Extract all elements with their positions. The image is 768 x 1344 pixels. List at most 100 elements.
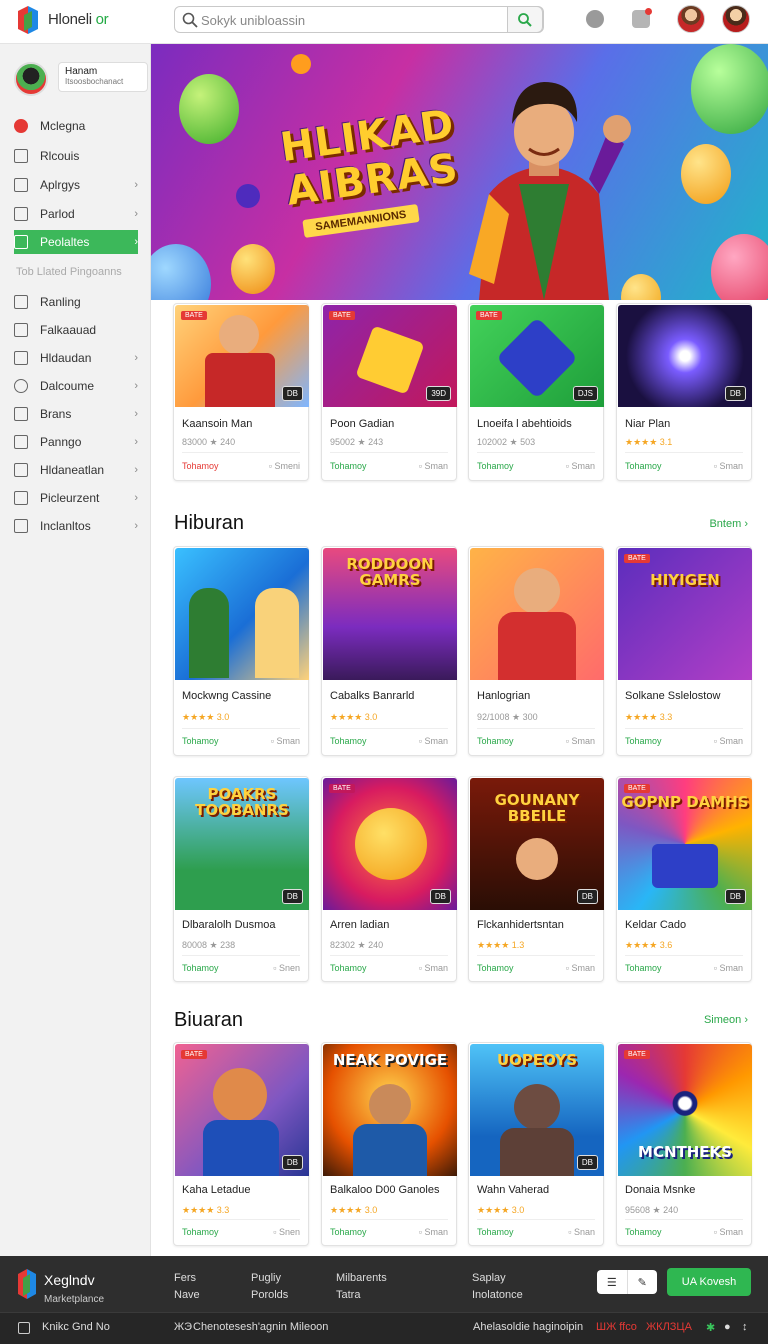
footer-link[interactable]: Inolatonce	[472, 1287, 523, 1304]
sidebar-item-panngo[interactable]: Panngo ›	[14, 430, 138, 454]
game-thumbnail-title: POAKRS TOOBANRS	[195, 785, 289, 819]
game-card[interactable]: UOPEOYS DB Wahn Vaherad ★★★★ 3.0 Tohamoy…	[468, 1042, 604, 1246]
list-view-icon[interactable]: ☰	[597, 1270, 628, 1294]
brand-accent: or	[95, 11, 109, 28]
sidebar-item-label: Dalcoume	[40, 379, 95, 393]
footer-column-3: Milbarents Tatra	[336, 1270, 387, 1304]
game-title: Keldar Cado	[625, 919, 687, 931]
game-action-label: Sman	[719, 1227, 743, 1237]
search-button[interactable]	[507, 6, 543, 33]
game-action[interactable]: ▫ Sman	[566, 461, 595, 471]
footer-logo-icon[interactable]	[16, 1268, 38, 1300]
game-action[interactable]: ▫ Sman	[419, 736, 448, 746]
search-input[interactable]	[201, 10, 501, 30]
currency-icon[interactable]: ✱	[706, 1321, 715, 1334]
game-card[interactable]: Hanlogrian 92/1008 ★ 300 Tohamoy ▫ Sman	[468, 546, 604, 756]
game-action[interactable]: ▫ Sman	[714, 963, 743, 973]
game-action[interactable]: ▫ Sman	[714, 461, 743, 471]
game-action[interactable]: ▫ Snen	[273, 1227, 300, 1237]
game-action[interactable]: ▫ Snan	[568, 1227, 595, 1237]
game-card[interactable]: BATE DB Kaha Letadue ★★★★ 3.3 Tohamoy ▫ …	[173, 1042, 309, 1246]
game-action[interactable]: ▫ Sman	[714, 1227, 743, 1237]
game-card[interactable]: NEAK POVIGE Balkaloo D00 Ganoles ★★★★ 3.…	[321, 1042, 457, 1246]
balloon-decoration	[231, 244, 275, 294]
game-thumbnail: BATE GOPNP DAMHS DB	[618, 778, 752, 910]
game-action-label: Sman	[571, 461, 595, 471]
game-card[interactable]: BATE HIYIGEN Solkane Sslelostow ★★★★ 3.3…	[616, 546, 752, 756]
sidebar-item-hldaneatlan[interactable]: Hldaneatlan ›	[14, 458, 138, 482]
sidebar-item-falkaauad[interactable]: Falkaauad	[14, 318, 138, 342]
sidebar-item-dalcoume[interactable]: Dalcoume ›	[14, 374, 138, 398]
game-card[interactable]: GOUNANY BBEILE DB Flckanhidertsntan ★★★★…	[468, 776, 604, 982]
app-logo-icon[interactable]	[16, 5, 40, 35]
footer-bottom-mid[interactable]: Chenotesesh'agnin Mileoon	[193, 1321, 328, 1333]
game-action[interactable]: ▫ Sman	[419, 461, 448, 471]
info-icon[interactable]: ●	[724, 1321, 731, 1333]
sidebar-item-rlcouis[interactable]: Rlcouis	[14, 144, 138, 168]
game-card[interactable]: DB Niar Plan ★★★★ 3.1 Tohamoy ▫ Sman	[616, 303, 752, 481]
game-card[interactable]: Mockwng Cassine ★★★★ 3.0 Tohamoy ▫ Sman	[173, 546, 309, 756]
account-avatar-icon[interactable]	[722, 5, 750, 33]
game-action[interactable]: ▫ Snen	[273, 963, 300, 973]
footer-link[interactable]: Pugliy	[251, 1270, 288, 1287]
section-link-hiburan[interactable]: Bntem ›	[709, 518, 748, 530]
card-divider	[330, 728, 448, 729]
game-action[interactable]: ▫ Smeni	[269, 461, 300, 471]
hero-banner[interactable]: HLIKAD AIBRAS SAMEMANNIONS	[151, 44, 768, 300]
game-card[interactable]: BATE 39D Poon Gadian 95002 ★ 243 Tohamoy…	[321, 303, 457, 481]
footer-link[interactable]: Nave	[174, 1287, 200, 1304]
profile-avatar[interactable]	[14, 62, 48, 96]
footer-bottom-right[interactable]: Ahelasoldie haginoipin	[473, 1321, 583, 1333]
game-meta: 102002 ★ 503	[477, 437, 536, 447]
game-card[interactable]: BATE GOPNP DAMHS DB Keldar Cado ★★★★ 3.6…	[616, 776, 752, 982]
section-link-biuaran[interactable]: Simeon ›	[704, 1014, 748, 1026]
card-divider	[477, 728, 595, 729]
game-action[interactable]: ▫ Sman	[566, 963, 595, 973]
game-action-label: Sman	[424, 461, 448, 471]
user-avatar-icon[interactable]	[677, 5, 705, 33]
sidebar-item-picleurzent[interactable]: Picleurzent ›	[14, 486, 138, 510]
game-tag: BATE	[624, 554, 650, 563]
game-action[interactable]: ▫ Sman	[419, 1227, 448, 1237]
character-illustration	[353, 1124, 427, 1176]
settings-icon[interactable]	[586, 10, 604, 28]
edit-icon[interactable]: ✎	[628, 1270, 658, 1294]
game-price: Tohamoy	[477, 1227, 514, 1237]
character-illustration	[369, 1084, 411, 1126]
notification-icon[interactable]	[632, 8, 652, 28]
sidebar-item-brans[interactable]: Brans ›	[14, 402, 138, 426]
brand-name[interactable]: Hloneli or	[48, 11, 109, 28]
game-card[interactable]: BATE DJS Lnoeifa l abehtioids 102002 ★ 5…	[468, 303, 604, 481]
game-action[interactable]: ▫ Sman	[419, 963, 448, 973]
footer-link[interactable]: Porolds	[251, 1287, 288, 1304]
section-link-label: Bntem	[709, 518, 742, 530]
footer-link[interactable]: Tatra	[336, 1287, 387, 1304]
sidebar-item-inclanltos[interactable]: Inclanltos ›	[14, 514, 138, 538]
game-card[interactable]: RODDOON GAMRS Cabalks Banrarld ★★★★ 3.0 …	[321, 546, 457, 756]
sidebar-item-peolaltes[interactable]: Peolaltes ›	[14, 230, 138, 254]
game-card[interactable]: BATE DB Kaansoin Man 83000 ★ 240 Tohamoy…	[173, 303, 309, 481]
sidebar-item-hldaudan[interactable]: Hldaudan ›	[14, 346, 138, 370]
sidebar-item-aplrgys[interactable]: Aplrgys ›	[14, 173, 138, 197]
game-thumbnail-title: MCNTHEKS	[638, 1143, 732, 1161]
footer-cta-button[interactable]: UA Kovesh	[667, 1268, 751, 1296]
footer-link[interactable]: Fers	[174, 1270, 200, 1287]
profile-section[interactable]: Hanam Itsoosbochanact	[14, 60, 148, 100]
sidebar-item-mclegna[interactable]: Mclegna	[14, 114, 138, 138]
footer-bottom-left[interactable]: Knikc Gnd No	[42, 1321, 110, 1333]
game-title: Niar Plan	[625, 418, 671, 430]
card-divider	[182, 452, 300, 453]
game-card[interactable]: BATE MCNTHEKS Donaia Msnke 95608 ★ 240 T…	[616, 1042, 752, 1246]
game-card[interactable]: POAKRS TOOBANRS DB Dlbaralolh Dusmoa 800…	[173, 776, 309, 982]
sidebar-item-parlod[interactable]: Parlod ›	[14, 202, 138, 226]
sidebar-item-ranling[interactable]: Ranling	[14, 290, 138, 314]
game-card[interactable]: BATE DB Arren ladian 82302 ★ 240 Tohamoy…	[321, 776, 457, 982]
game-action[interactable]: ▫ Sman	[714, 736, 743, 746]
game-action[interactable]: ▫ Sman	[566, 736, 595, 746]
game-action[interactable]: ▫ Sman	[271, 736, 300, 746]
footer-link[interactable]: Milbarents	[336, 1270, 387, 1287]
footer-link[interactable]: Saplay	[472, 1270, 523, 1287]
game-meta: 82302 ★ 240	[330, 940, 384, 950]
toggle-icon[interactable]: ↕	[742, 1321, 748, 1333]
game-meta: 95608 ★ 240	[625, 1205, 679, 1215]
